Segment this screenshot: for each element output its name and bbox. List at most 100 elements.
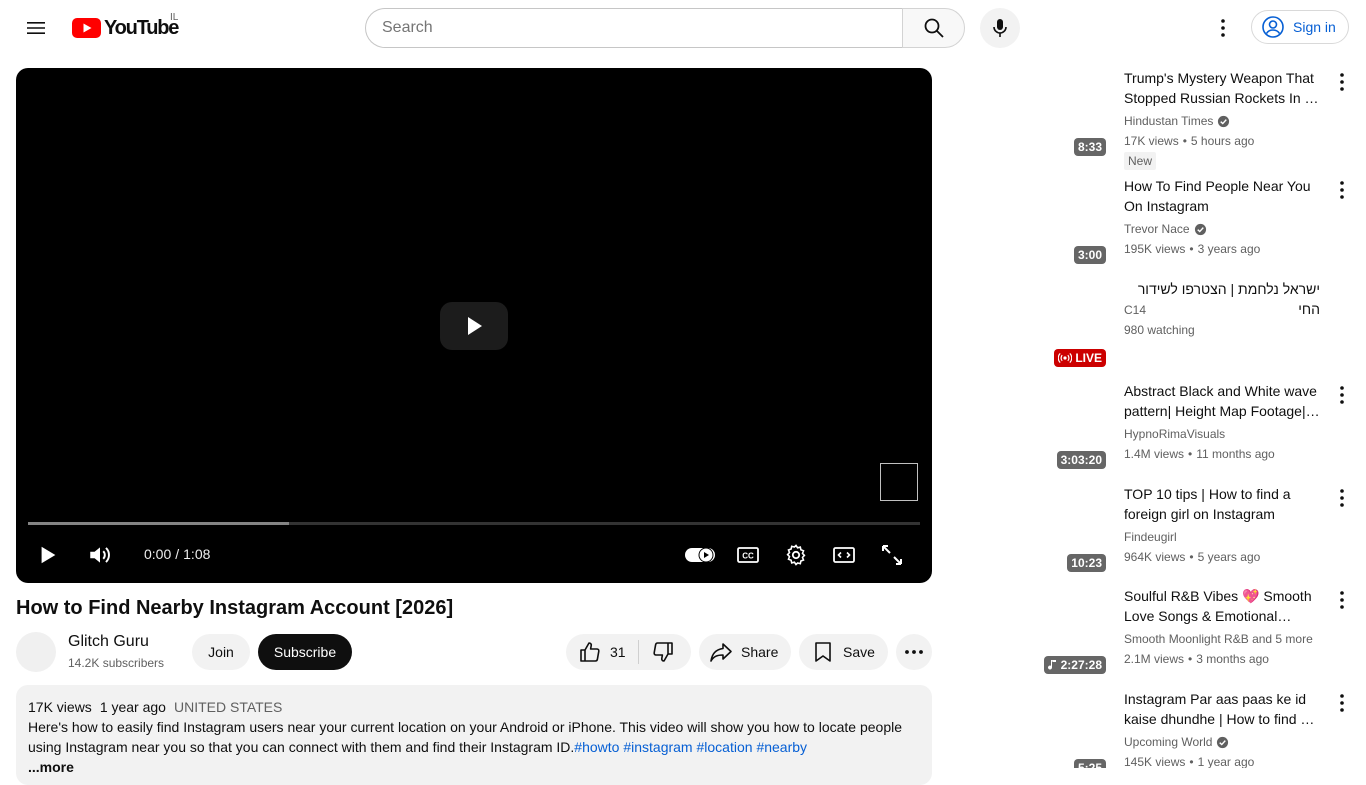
- hashtag-link[interactable]: #howto: [574, 739, 619, 755]
- hashtag-link[interactable]: #nearby: [756, 739, 807, 755]
- youtube-logo[interactable]: YouTube: [72, 16, 179, 40]
- description-box[interactable]: 17K views 1 year ago UNITED STATES Here's …: [16, 685, 932, 785]
- music-note-icon: [1047, 660, 1056, 670]
- hamburger-menu-icon: [27, 22, 45, 34]
- recommendation-meta: 964K views • 5 years ago: [1124, 550, 1261, 564]
- search-button[interactable]: [902, 8, 965, 48]
- guide-menu-button[interactable]: [16, 8, 56, 48]
- video-thumbnail[interactable]: 3:00: [940, 176, 1114, 270]
- recommendation-menu-button[interactable]: [1330, 70, 1354, 94]
- recommendation-title[interactable]: Abstract Black and White wave pattern| H…: [1124, 381, 1320, 421]
- recommendation-title[interactable]: Soulful R&B Vibes 💖 Smooth Love Songs & …: [1124, 586, 1320, 626]
- channel-name: Findeugirl: [1124, 530, 1177, 544]
- like-count: 31: [610, 644, 626, 660]
- recommendation-item[interactable]: 2:27:28 Soulful R&B Vibes 💖 Smooth Love …: [940, 586, 1360, 680]
- recommendation-menu-button[interactable]: [1330, 486, 1354, 510]
- closed-captions-icon: CC: [737, 547, 759, 563]
- location-tag[interactable]: UNITED STATES: [174, 699, 282, 715]
- channel-name: Trevor Nace: [1124, 222, 1190, 236]
- join-button[interactable]: Join: [192, 634, 250, 670]
- channel-name: Hindustan Times: [1124, 114, 1214, 128]
- play-button[interactable]: [30, 538, 66, 572]
- large-play-button[interactable]: [440, 302, 508, 350]
- settings-more-button[interactable]: [1203, 8, 1243, 48]
- verified-check-icon: [1216, 736, 1229, 749]
- theater-mode-button[interactable]: [826, 538, 862, 572]
- progress-bar[interactable]: [28, 522, 920, 525]
- recommendation-title[interactable]: TOP 10 tips | How to find a foreign girl…: [1124, 484, 1320, 524]
- live-badge: LIVE: [1054, 349, 1106, 367]
- subtitles-button[interactable]: CC: [730, 538, 766, 572]
- recommendation-item[interactable]: 8:33 Trump's Mystery Weapon That Stopped…: [940, 68, 1360, 172]
- recommendation-item[interactable]: 5:25 Instagram Par aas paas ke id kaise …: [940, 689, 1360, 768]
- recommendation-meta: 17K views • 5 hours ago: [1124, 134, 1255, 148]
- description-more-button[interactable]: ...more: [28, 757, 920, 777]
- video-thumbnail[interactable]: 8:33: [940, 68, 1114, 162]
- like-button[interactable]: 31: [566, 634, 638, 670]
- view-count: 195K views: [1124, 242, 1186, 256]
- dislike-button[interactable]: [639, 634, 687, 670]
- time-separator: /: [175, 546, 180, 562]
- search-box: [365, 8, 965, 48]
- vertical-dots-icon: [1340, 386, 1344, 404]
- search-input[interactable]: [365, 8, 902, 48]
- view-count: 17K views: [1124, 134, 1179, 148]
- microphone-icon: [993, 19, 1007, 37]
- current-time: 0:00: [144, 546, 172, 562]
- recommendation-meta: 1.4M views • 11 months ago: [1124, 447, 1275, 461]
- recommendation-channel: Trevor Nace: [1124, 220, 1207, 238]
- recommendation-title[interactable]: Trump's Mystery Weapon That Stopped Russ…: [1124, 68, 1320, 108]
- view-count: 17K views: [28, 699, 92, 715]
- sign-in-button[interactable]: Sign in: [1251, 10, 1349, 44]
- recommendation-menu-button[interactable]: [1330, 178, 1354, 202]
- gear-icon: [786, 544, 806, 566]
- recommendation-meta: 2.1M views • 3 months ago: [1124, 652, 1269, 666]
- video-thumbnail[interactable]: 2:27:28: [940, 586, 1114, 680]
- view-count: 1.4M views: [1124, 447, 1185, 461]
- recommendation-menu-button[interactable]: [1330, 691, 1354, 715]
- youtube-logo-icon: [72, 18, 101, 38]
- new-badge: New: [1124, 152, 1157, 170]
- settings-button[interactable]: [778, 538, 814, 572]
- video-thumbnail[interactable]: LIVE: [940, 279, 1114, 373]
- theater-mode-icon: [833, 547, 855, 563]
- recommendation-channel: Hindustan Times: [1124, 112, 1230, 130]
- recommendation-title[interactable]: How To Find People Near You On Instagram: [1124, 176, 1320, 216]
- vertical-dots-icon: [1221, 19, 1225, 37]
- upload-age: 5 hours ago: [1190, 134, 1255, 148]
- fullscreen-button[interactable]: [874, 538, 910, 572]
- hashtag-link[interactable]: #location: [697, 739, 753, 755]
- share-button[interactable]: Share: [699, 634, 791, 670]
- svg-text:CC: CC: [742, 552, 754, 561]
- recommendation-title[interactable]: Instagram Par aas paas ke id kaise dhund…: [1124, 689, 1320, 729]
- upload-age: 3 years ago: [1197, 242, 1261, 256]
- voice-search-button[interactable]: [980, 8, 1020, 48]
- recommendation-channel: C14: [1124, 301, 1146, 319]
- upload-age: 5 years ago: [1197, 550, 1261, 564]
- recommendation-title[interactable]: ישראל נלחמת | הצטרפו לשידור החי: [1124, 279, 1320, 319]
- video-thumbnail[interactable]: 10:23: [940, 484, 1114, 578]
- hashtag-link[interactable]: #instagram: [623, 739, 692, 755]
- autoplay-toggle[interactable]: [682, 538, 718, 572]
- channel-avatar[interactable]: [16, 632, 56, 672]
- buffered-bar: [28, 522, 290, 525]
- viewer-count: 980 watching: [1124, 323, 1195, 337]
- subscribe-button[interactable]: Subscribe: [258, 634, 352, 670]
- channel-name[interactable]: Glitch Guru: [68, 633, 149, 651]
- recommendation-channel: Smooth Moonlight R&B and 5 more: [1124, 630, 1313, 648]
- recommendation-item[interactable]: 3:00 How To Find People Near You On Inst…: [940, 176, 1360, 270]
- more-actions-button[interactable]: [896, 634, 932, 670]
- video-thumbnail[interactable]: 5:25: [940, 689, 1114, 768]
- recommendation-item[interactable]: 3:03:20 Abstract Black and White wave pa…: [940, 381, 1360, 475]
- recommendation-item[interactable]: 10:23 TOP 10 tips | How to find a foreig…: [940, 484, 1360, 578]
- recommendation-menu-button[interactable]: [1330, 383, 1354, 407]
- mute-button[interactable]: [82, 538, 118, 572]
- recommendation-item[interactable]: LIVE ישראל נלחמת | הצטרפו לשידור החי C14…: [940, 279, 1360, 373]
- recommendation-channel: Findeugirl: [1124, 528, 1177, 546]
- save-button[interactable]: Save: [799, 634, 888, 670]
- video-player[interactable]: 0:00/1:08 CC: [16, 68, 932, 583]
- thumbs-up-icon: [580, 642, 600, 662]
- share-icon: [710, 643, 732, 662]
- video-thumbnail[interactable]: 3:03:20: [940, 381, 1114, 475]
- recommendation-menu-button[interactable]: [1330, 588, 1354, 612]
